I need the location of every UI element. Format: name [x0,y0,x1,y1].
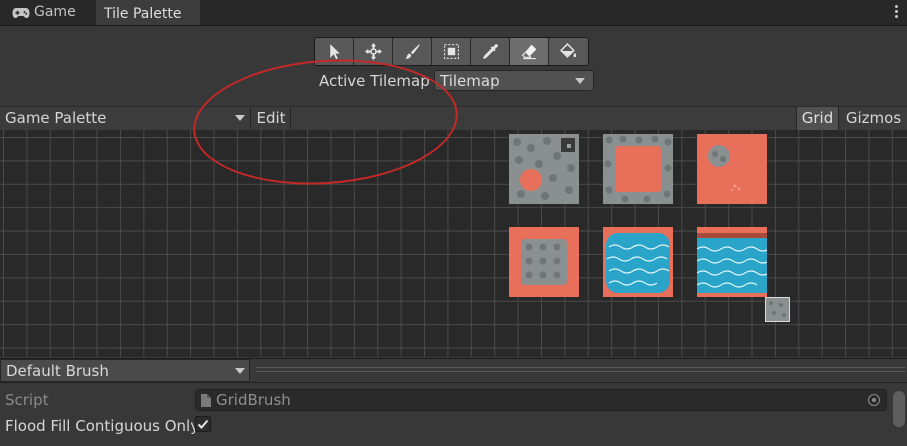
eraser-icon [521,44,536,60]
tab-game-label: Game [34,4,76,20]
eraser-tool-button[interactable] [510,38,549,65]
palette-tile[interactable] [603,134,673,204]
picker-tool-button[interactable] [471,38,510,65]
active-tilemap-value: Tilemap [440,72,500,90]
palette-tile[interactable] [509,134,579,204]
brush-inspector: Script GridBrush Flood Fill Contiguous O… [0,382,907,446]
palette-dropdown-value: Game Palette [5,109,107,127]
object-picker-icon[interactable] [868,394,880,406]
flood-fill-contiguous-checkbox[interactable] [195,416,211,432]
brush-dropdown[interactable]: Default Brush [0,359,250,382]
gamepad-icon [12,7,30,18]
paint-brush-icon [404,44,420,59]
brush-row: Default Brush [0,358,907,383]
chevron-down-icon [235,368,245,374]
brush-dropdown-value: Default Brush [6,362,109,380]
tab-tile-palette[interactable]: Tile Palette [96,0,200,25]
inspector-scrollbar[interactable] [893,391,905,427]
palette-tile[interactable] [509,227,579,297]
tab-game[interactable]: Game [4,0,84,25]
divider [256,371,905,372]
palette-grid[interactable] [0,130,907,357]
fill-tool-button[interactable] [549,38,588,65]
box-fill-icon [443,44,459,59]
grid-toggle[interactable]: Grid [796,107,838,130]
bucket-fill-icon [560,43,577,58]
script-field: GridBrush [195,389,887,411]
picker-icon [482,44,498,59]
flood-fill-contiguous-label: Flood Fill Contiguous Only [5,417,200,435]
chevron-down-icon [575,78,585,84]
kebab-menu-icon[interactable] [893,4,899,20]
palette-tile[interactable] [697,134,767,204]
script-field-value: GridBrush [216,391,291,409]
tab-bar: Game Tile Palette [0,0,907,26]
checkmark-icon [197,419,209,429]
palette-tile-selected[interactable] [765,297,790,322]
script-label: Script [5,391,49,409]
box-fill-tool-button[interactable] [432,38,471,65]
palette-tile[interactable] [697,227,767,297]
gizmos-toggle[interactable]: Gizmos [838,107,907,130]
select-icon [329,44,340,60]
palette-tile[interactable] [603,227,673,297]
active-tilemap-dropdown[interactable]: Tilemap [434,70,594,91]
move-icon [364,43,382,60]
divider [256,367,905,368]
script-file-icon [201,394,211,407]
paint-tool-button[interactable] [393,38,432,65]
